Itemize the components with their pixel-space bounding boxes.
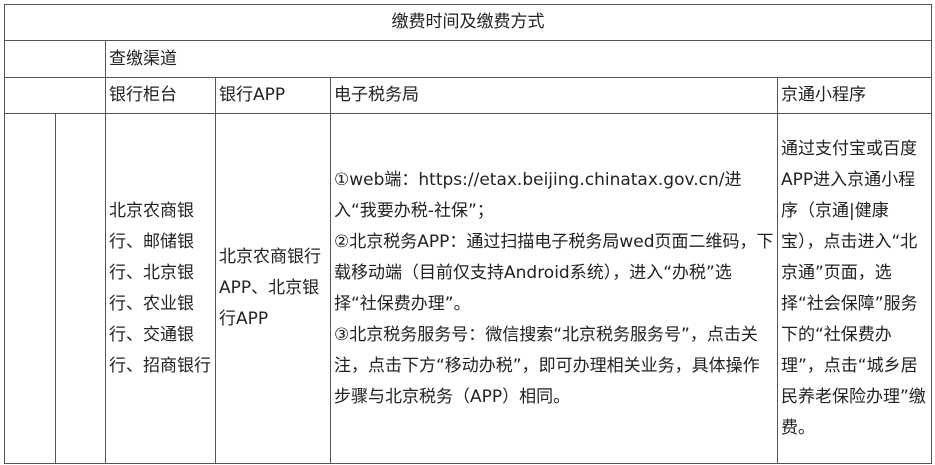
channel-row: 查缴渠道 <box>4 40 933 78</box>
channel-header: 查缴渠道 <box>104 40 933 78</box>
etax-cell: ①web端：https://etax.beijing.chinatax.gov.… <box>330 113 778 464</box>
column-header-bank-counter: 银行柜台 <box>105 77 216 114</box>
column-header-bank-app: 银行APP <box>215 77 331 114</box>
etax-wechat-item: ③北京税务服务号：微信搜索“北京税务服务号”，点击关注，点击下方“移动办税”，即… <box>334 324 760 407</box>
table-title: 缴费时间及缴费方式 <box>3 4 933 41</box>
bank-counter-cell: 北京农商银行、邮储银行、北京银行、农业银行、交通银行、招商银行 <box>105 113 216 464</box>
payment-methods-table: 缴费时间及缴费方式 查缴渠道 银行柜台 银行APP 电子税务局 京通小程序 北京… <box>3 4 933 464</box>
title-row: 缴费时间及缴费方式 <box>3 4 933 41</box>
jingtong-cell: 通过支付宝或百度APP进入京通小程序（京通|健康宝），点击进入“北京通”页面，选… <box>776 113 933 464</box>
column-header-row: 银行柜台 银行APP 电子税务局 京通小程序 <box>4 77 933 114</box>
empty-cell <box>4 113 56 464</box>
etax-web-item: ①web端：https://etax.beijing.chinatax.gov.… <box>334 169 742 221</box>
etax-app-item: ②北京税务APP：通过扫描电子税务局wed页面二维码，下载移动端（目前仅支持An… <box>334 231 774 314</box>
column-header-etax: 电子税务局 <box>330 77 778 114</box>
empty-cell <box>4 77 106 114</box>
table-row: 北京农商银行、邮储银行、北京银行、农业银行、交通银行、招商银行 北京农商银行AP… <box>4 113 933 464</box>
column-header-jingtong: 京通小程序 <box>776 77 933 114</box>
bank-app-cell: 北京农商银行APP、北京银行APP <box>215 113 331 464</box>
empty-cell <box>4 40 106 78</box>
empty-cell <box>55 113 106 464</box>
